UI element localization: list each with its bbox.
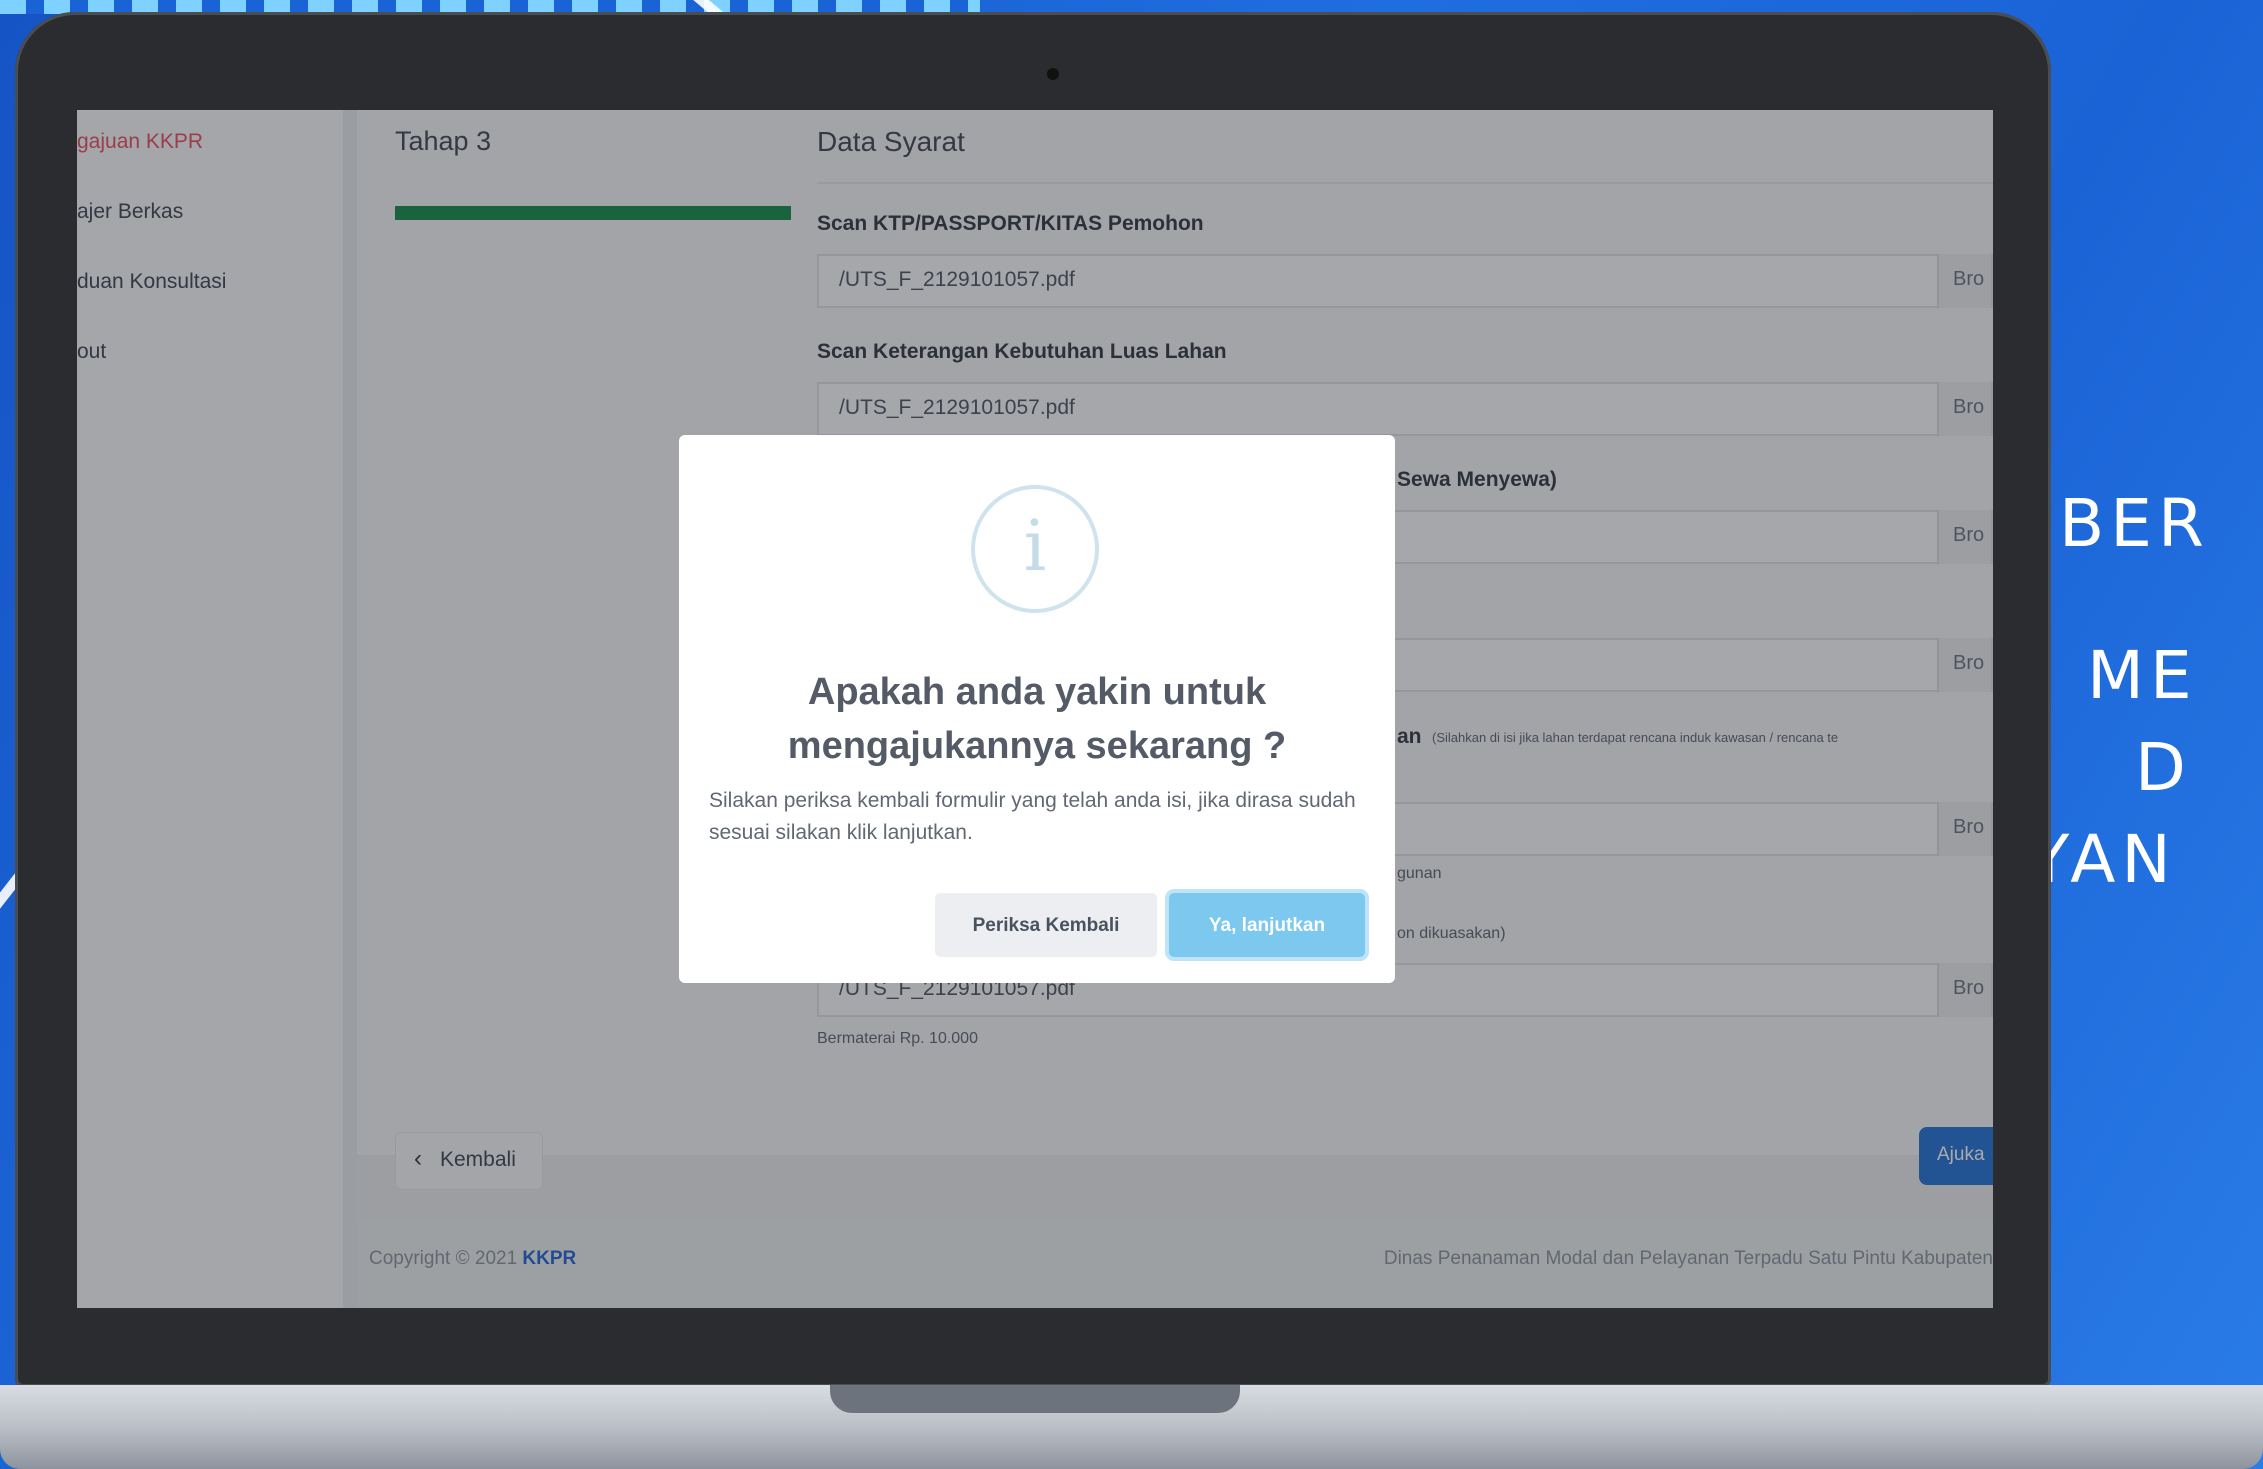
side-caption-line: YAN (2029, 821, 2177, 898)
dialog-title: Apakah anda yakin untuk mengajukannya se… (719, 665, 1355, 773)
side-caption-line: ME (2087, 637, 2198, 714)
laptop-screen: gajuan KKPR ajer Berkas duan Konsultasi … (77, 110, 1993, 1308)
dialog-title-line: Apakah anda yakin untuk (807, 671, 1267, 713)
confirm-button-label: Ya, lanjutkan (1208, 915, 1326, 936)
confirm-button[interactable]: Ya, lanjutkan (1169, 893, 1365, 957)
laptop-notch (830, 1385, 1240, 1413)
confirm-dialog: i Apakah anda yakin untuk mengajukannya … (679, 435, 1395, 983)
info-icon: i (971, 485, 1099, 613)
review-again-button[interactable]: Periksa Kembali (935, 893, 1157, 957)
camera-icon (1047, 68, 1059, 80)
side-caption: BER ME D YAN (2029, 478, 2263, 906)
side-caption-line: BER (2059, 485, 2210, 562)
info-icon-glyph: i (1023, 505, 1047, 587)
review-again-button-label: Periksa Kembali (972, 915, 1120, 936)
dialog-message: Silakan periksa kembali formulir yang te… (709, 789, 1356, 844)
side-caption-line: D (2135, 729, 2192, 806)
dialog-title-line: mengajukannya sekarang ? (787, 725, 1287, 767)
